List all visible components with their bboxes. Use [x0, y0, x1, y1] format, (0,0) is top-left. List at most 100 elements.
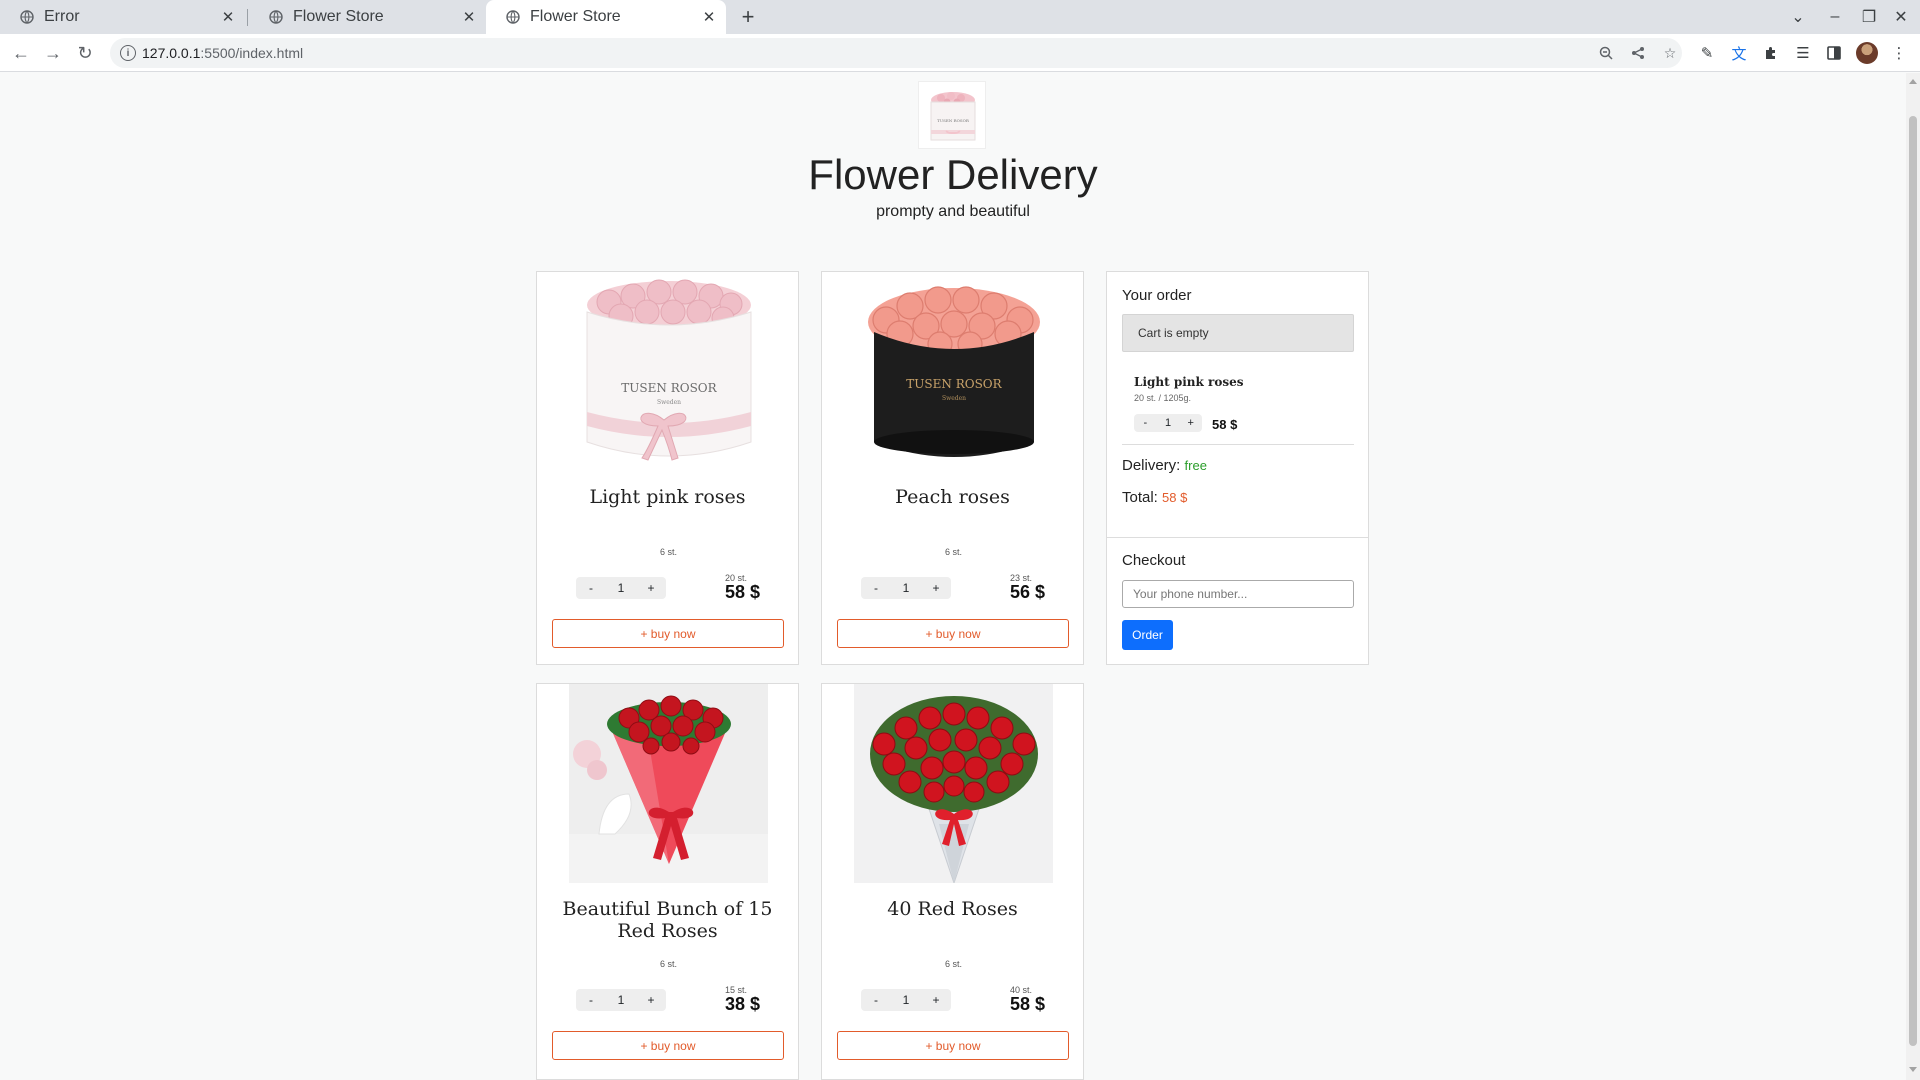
- increase-button[interactable]: +: [921, 581, 951, 595]
- scroll-up-arrow-icon[interactable]: [1909, 79, 1917, 84]
- back-icon[interactable]: ←: [9, 41, 33, 65]
- product-image: [854, 684, 1053, 883]
- svg-text:Sweden: Sweden: [657, 399, 681, 406]
- quantity-value[interactable]: 1: [1157, 417, 1180, 429]
- tab-flower-store-1[interactable]: Flower Store ✕: [249, 0, 486, 34]
- buy-now-button[interactable]: + buy now: [837, 1031, 1069, 1060]
- restore-icon[interactable]: ❐: [1858, 6, 1880, 28]
- site-info-icon[interactable]: i: [120, 45, 136, 61]
- divider: [1122, 444, 1354, 445]
- product-image: TUSEN ROSOR Sweden: [854, 272, 1053, 471]
- svg-text:TUSEN ROSOR: TUSEN ROSOR: [621, 381, 717, 395]
- close-tab-icon[interactable]: ✕: [700, 8, 718, 26]
- cart-item-price: 58 $: [1212, 417, 1238, 432]
- close-tab-icon[interactable]: ✕: [219, 8, 237, 26]
- eyedropper-extension-icon[interactable]: ✎: [1696, 42, 1718, 64]
- tab-error[interactable]: Error ✕: [0, 0, 245, 34]
- decrease-button[interactable]: -: [861, 581, 891, 595]
- profile-avatar[interactable]: [1856, 42, 1878, 64]
- browser-toolbar: ← → ↻ i 127.0.0.1:5500/index.html ☆ ✎ 文 …: [0, 34, 1920, 72]
- product-card: TUSEN ROSOR Sweden Light pink roses 6 st…: [536, 271, 799, 665]
- product-name: Beautiful Bunch of 15 Red Roses: [562, 898, 773, 942]
- cart-quantity-stepper: - 1 +: [1134, 414, 1202, 432]
- product-card: Beautiful Bunch of 15 Red Roses 6 st. - …: [536, 683, 799, 1080]
- order-button[interactable]: Order: [1122, 620, 1173, 650]
- product-price: 56 $: [1010, 582, 1046, 602]
- delivery-label: Delivery:: [1122, 457, 1181, 474]
- scroll-down-arrow-icon[interactable]: [1909, 1067, 1917, 1072]
- delivery-row: Delivery: free: [1122, 457, 1207, 474]
- reload-icon[interactable]: ↻: [73, 41, 97, 65]
- delivery-value: free: [1184, 458, 1207, 473]
- decrease-button[interactable]: -: [576, 581, 606, 595]
- page-content: TUSEN ROSOR Flower Delivery prompty and …: [0, 73, 1906, 1080]
- page-scrollbar[interactable]: [1906, 73, 1920, 1080]
- product-image: [569, 684, 768, 883]
- globe-icon: [506, 10, 520, 24]
- checkout-heading: Checkout: [1122, 552, 1186, 569]
- decrease-button[interactable]: -: [576, 993, 606, 1007]
- increase-button[interactable]: +: [636, 581, 666, 595]
- svg-text:TUSEN ROSOR: TUSEN ROSOR: [906, 377, 1002, 391]
- translate-extension-icon[interactable]: 文: [1728, 42, 1750, 64]
- tab-search-chevron-icon[interactable]: ⌄: [1787, 6, 1809, 28]
- quantity-stepper: - 1 +: [861, 989, 951, 1011]
- tab-divider: [247, 9, 248, 26]
- decrease-button[interactable]: -: [861, 993, 891, 1007]
- increase-button[interactable]: +: [636, 993, 666, 1007]
- increase-button[interactable]: +: [1179, 417, 1202, 429]
- quantity-value[interactable]: 1: [891, 993, 921, 1007]
- buy-now-button[interactable]: + buy now: [552, 1031, 784, 1060]
- cart-empty-notice: Cart is empty: [1122, 314, 1354, 352]
- buy-now-button[interactable]: + buy now: [837, 619, 1069, 648]
- order-panel: Your order Cart is empty Light pink rose…: [1106, 271, 1369, 665]
- tab-title: Error: [44, 8, 80, 25]
- product-price: 58 $: [725, 582, 761, 602]
- quantity-stepper: - 1 +: [861, 577, 951, 599]
- product-price: 58 $: [1010, 994, 1046, 1014]
- quantity-value[interactable]: 1: [891, 581, 921, 595]
- url-text[interactable]: 127.0.0.1:5500/index.html: [142, 45, 303, 61]
- product-stock: 6 st.: [944, 959, 962, 969]
- minimize-icon[interactable]: –: [1824, 6, 1846, 28]
- cart-item-name: Light pink roses: [1134, 375, 1244, 389]
- tab-title: Flower Store: [293, 8, 384, 25]
- total-row: Total: 58 $: [1122, 489, 1187, 506]
- zoom-icon[interactable]: [1596, 43, 1616, 63]
- close-tab-icon[interactable]: ✕: [460, 8, 478, 26]
- total-label: Total:: [1122, 489, 1158, 506]
- bookmark-star-icon[interactable]: ☆: [1660, 43, 1680, 63]
- svg-text:TUSEN ROSOR: TUSEN ROSOR: [937, 118, 970, 123]
- decrease-button[interactable]: -: [1134, 417, 1157, 429]
- page-subtitle: prompty and beautiful: [876, 203, 1030, 220]
- quantity-value[interactable]: 1: [606, 581, 636, 595]
- product-image: TUSEN ROSOR Sweden: [569, 272, 768, 471]
- forward-icon[interactable]: →: [41, 41, 65, 65]
- svg-text:Sweden: Sweden: [942, 395, 966, 402]
- scrollbar-thumb[interactable]: [1909, 116, 1917, 1046]
- globe-icon: [20, 10, 34, 24]
- product-stock: 6 st.: [944, 547, 962, 557]
- quantity-stepper: - 1 +: [576, 989, 666, 1011]
- increase-button[interactable]: +: [921, 993, 951, 1007]
- phone-input[interactable]: Your phone number...: [1122, 580, 1354, 608]
- buy-now-button[interactable]: + buy now: [552, 619, 784, 648]
- product-card: 40 Red Roses 6 st. - 1 + 40 st. 58 $ + b…: [821, 683, 1084, 1080]
- side-panel-icon[interactable]: [1823, 42, 1845, 64]
- menu-kebab-icon[interactable]: ⋮: [1888, 42, 1910, 64]
- tab-title: Flower Store: [530, 8, 621, 25]
- media-queue-icon[interactable]: ☰: [1792, 42, 1814, 64]
- close-window-icon[interactable]: ✕: [1890, 6, 1912, 28]
- address-bar[interactable]: i 127.0.0.1:5500/index.html ☆: [110, 38, 1682, 68]
- order-heading: Your order: [1122, 287, 1192, 304]
- quantity-value[interactable]: 1: [606, 993, 636, 1007]
- tab-strip: Error ✕ Flower Store ✕ Flower Store ✕ + …: [0, 0, 1920, 34]
- product-name: 40 Red Roses: [887, 898, 1018, 920]
- puzzle-extensions-icon[interactable]: [1760, 42, 1782, 64]
- new-tab-icon[interactable]: +: [736, 4, 760, 29]
- total-value: 58 $: [1162, 490, 1188, 505]
- tab-flower-store-active[interactable]: Flower Store ✕: [486, 0, 726, 34]
- store-logo: TUSEN ROSOR: [918, 81, 986, 149]
- share-icon[interactable]: [1628, 43, 1648, 63]
- quantity-stepper: - 1 +: [576, 577, 666, 599]
